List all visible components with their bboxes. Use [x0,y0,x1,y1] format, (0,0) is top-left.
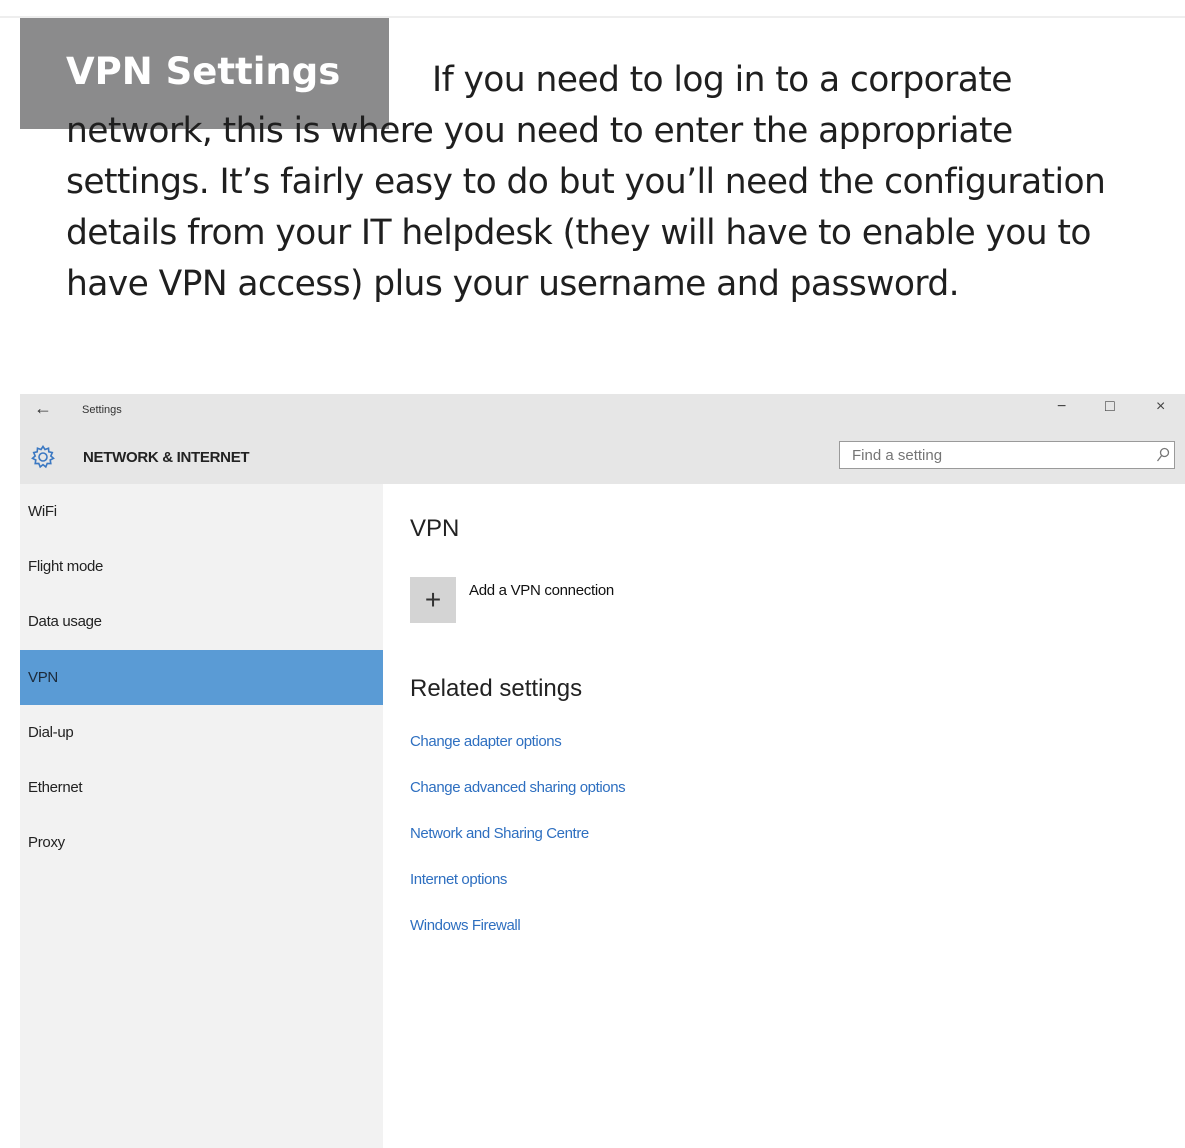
content-pane: VPN + Add a VPN connection Related setti… [383,484,1185,1148]
link-change-advanced-sharing-options[interactable]: Change advanced sharing options [410,779,626,796]
search-input[interactable] [839,441,1175,469]
close-button[interactable]: × [1156,398,1165,416]
link-change-adapter-options[interactable]: Change adapter options [410,733,562,750]
add-vpn-label[interactable]: Add a VPN connection [469,582,614,599]
sidebar-item-vpn[interactable]: VPN [20,650,383,705]
sidebar-item-dial-up[interactable]: Dial-up [20,705,383,760]
back-arrow-icon[interactable]: ← [34,398,52,419]
minimize-button[interactable]: − [1057,398,1066,416]
sidebar: WiFi Flight mode Data usage VPN Dial-up … [20,484,383,1148]
app-name: Settings [82,404,122,416]
related-settings-heading: Related settings [410,675,583,702]
plus-icon: + [424,584,442,615]
link-windows-firewall[interactable]: Windows Firewall [410,917,521,934]
sidebar-item-proxy[interactable]: Proxy [20,815,383,870]
settings-window: ← Settings − □ × NETWORK & INTERNET WiFi… [20,394,1185,1148]
page-top-rule [0,0,1185,18]
maximize-button[interactable]: □ [1105,398,1115,416]
sidebar-item-flight-mode[interactable]: Flight mode [20,539,383,594]
page-title: VPN [410,515,460,542]
section-title: NETWORK & INTERNET [83,449,250,466]
link-internet-options[interactable]: Internet options [410,871,507,888]
sidebar-item-wifi[interactable]: WiFi [20,484,383,539]
sidebar-item-data-usage[interactable]: Data usage [20,594,383,649]
link-network-and-sharing-centre[interactable]: Network and Sharing Centre [410,825,589,842]
title-bar: ← Settings − □ × NETWORK & INTERNET [20,394,1185,484]
add-vpn-button[interactable]: + [410,577,456,623]
search-icon[interactable] [1156,447,1170,463]
gear-icon [31,445,55,469]
article-intro: If you need to log in to a corporate net… [66,60,1106,304]
sidebar-item-ethernet[interactable]: Ethernet [20,760,383,815]
